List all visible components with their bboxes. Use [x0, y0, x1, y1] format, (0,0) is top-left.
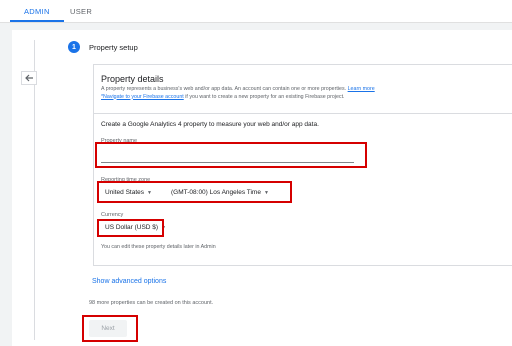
highlight-property-name: [95, 142, 367, 168]
highlight-timezone: [97, 181, 292, 203]
stepper-line: [34, 40, 35, 340]
description-text: A property represents a business's web a…: [101, 86, 347, 92]
tab-user[interactable]: USER: [70, 7, 92, 16]
edit-later-note: You can edit these property details late…: [101, 244, 216, 250]
form-intro: Create a Google Analytics 4 property to …: [101, 121, 319, 128]
card-divider: [94, 113, 512, 114]
step-number-badge: 1: [68, 41, 80, 53]
top-tab-bar: ADMIN USER: [0, 0, 512, 23]
highlight-currency: [97, 219, 164, 237]
currency-label: Currency: [101, 212, 124, 218]
tab-admin[interactable]: ADMIN: [24, 7, 50, 16]
step-title: Property setup: [89, 43, 138, 52]
remaining-properties-text: 98 more properties can be created on thi…: [89, 300, 214, 306]
card-description: A property represents a business's web a…: [101, 86, 511, 101]
description-tail: if you want to create a new property for…: [185, 93, 345, 100]
card-header: Property details A property represents a…: [101, 74, 511, 101]
show-advanced-options-link[interactable]: Show advanced options: [92, 278, 166, 285]
active-tab-indicator: [10, 20, 64, 22]
back-button[interactable]: [21, 71, 37, 85]
card-title: Property details: [101, 74, 164, 84]
highlight-next-button: [82, 315, 138, 342]
firebase-link[interactable]: *Navigate to your Firebase account: [101, 94, 184, 100]
learn-more-link[interactable]: Learn more: [348, 86, 375, 92]
arrow-left-icon: [25, 74, 33, 82]
